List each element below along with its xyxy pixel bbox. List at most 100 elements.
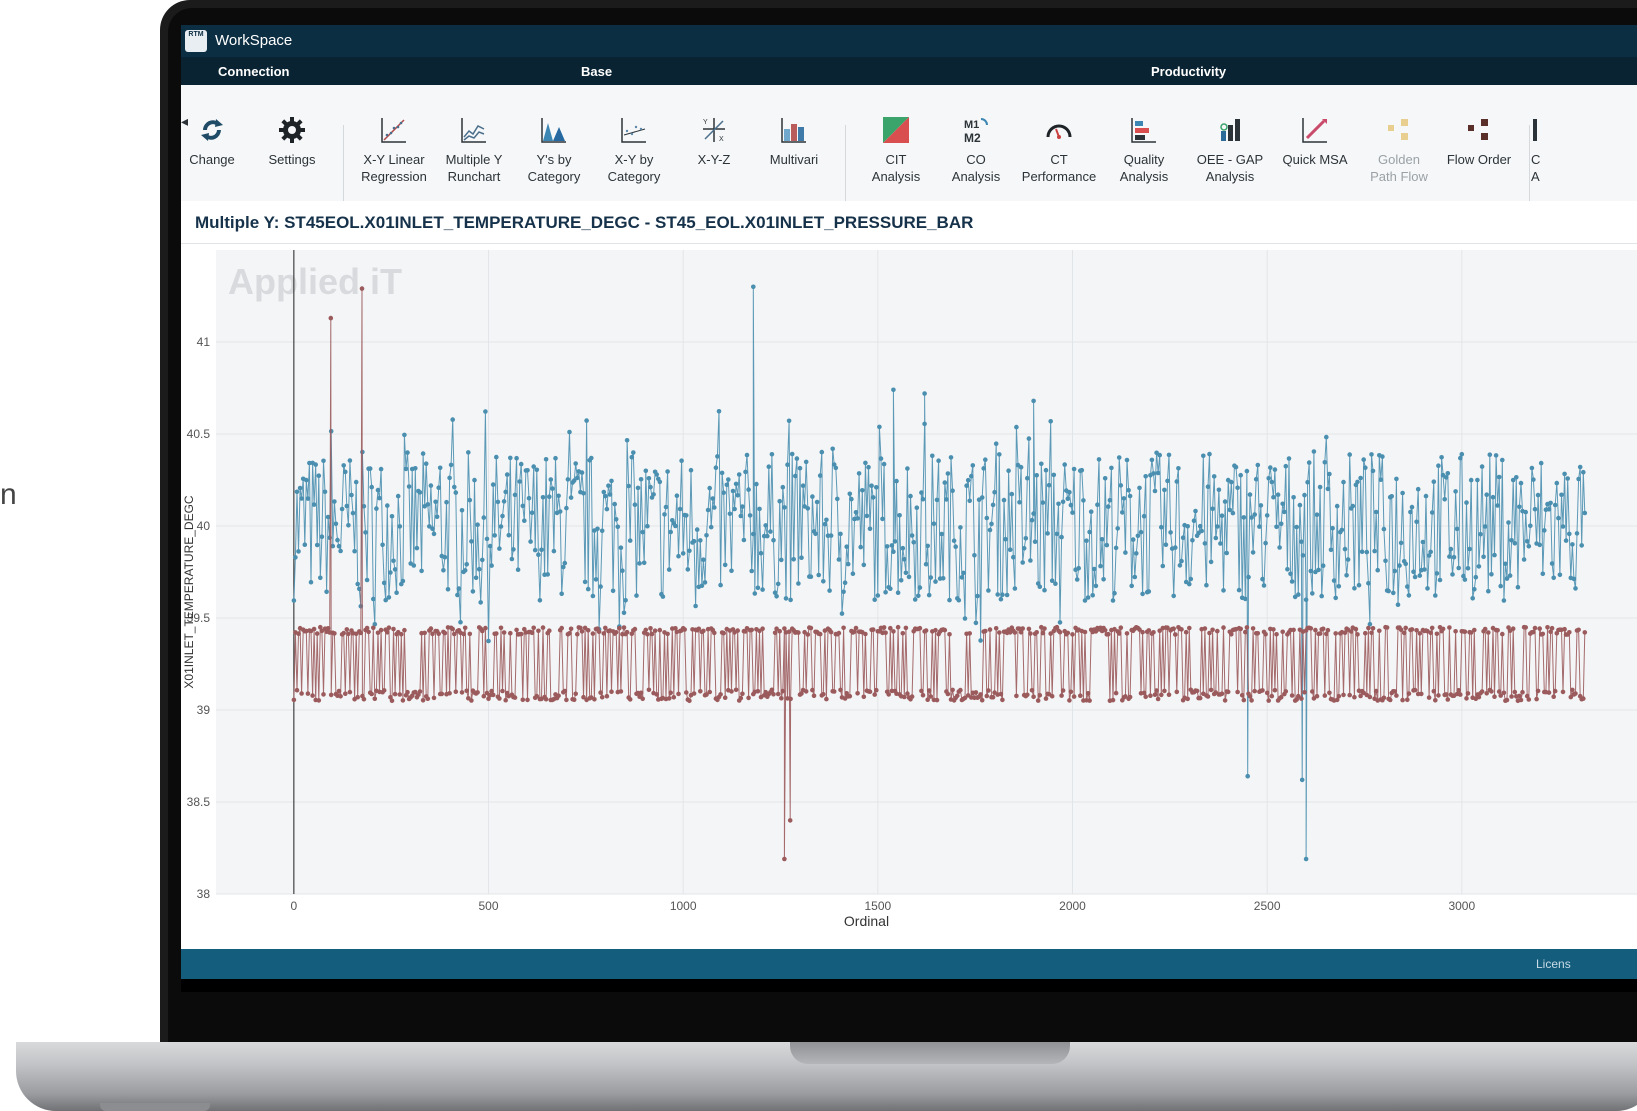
data-point (1546, 507, 1552, 512)
data-point (545, 572, 550, 577)
data-point (314, 542, 320, 548)
data-point (1562, 626, 1567, 632)
data-point (1269, 693, 1275, 699)
flow-order-button[interactable]: Flow Order (1438, 115, 1520, 168)
partial-tool-button[interactable]: C A (1531, 115, 1571, 185)
data-point (1146, 589, 1152, 594)
data-point (314, 631, 320, 636)
data-point (515, 567, 521, 572)
co-analysis-button[interactable]: M1 M2 CO Analysis (935, 115, 1017, 185)
data-point (1486, 630, 1491, 635)
data-point (1534, 696, 1539, 702)
data-point (1215, 628, 1220, 634)
data-point (1489, 689, 1494, 694)
data-point (934, 497, 940, 503)
data-point (529, 630, 535, 636)
data-point (1124, 631, 1130, 636)
data-point (599, 528, 605, 534)
quality-analysis-button[interactable]: Quality Analysis (1103, 115, 1185, 185)
data-point (381, 580, 387, 586)
data-point (346, 631, 351, 637)
data-point (810, 494, 815, 499)
data-point (1291, 495, 1296, 500)
data-point (466, 450, 471, 455)
data-point (740, 691, 745, 697)
data-point (774, 594, 779, 599)
data-point (1395, 602, 1401, 607)
xyz-button[interactable]: Y X X-Y-Z (673, 115, 755, 168)
data-point (475, 690, 480, 695)
data-point (1222, 698, 1228, 703)
data-point (539, 547, 544, 553)
data-point (1310, 591, 1315, 596)
data-point (1020, 626, 1025, 631)
y-axis-label: X01INLET_TEMPERATURE_DEGC (182, 495, 196, 688)
ys-by-category-button[interactable]: Y's by Category (513, 115, 595, 185)
data-point (1266, 698, 1271, 703)
multiple-y-runchart-button[interactable]: Multiple Y Runchart (433, 115, 515, 185)
data-point (1233, 464, 1239, 470)
data-point (772, 630, 778, 636)
runchart-plot[interactable]: 0 500 1000 1500 2000 2500 30003838.53939.54040… (181, 244, 1637, 949)
data-point (436, 631, 441, 636)
ct-performance-button[interactable]: CT Performance (1018, 115, 1100, 185)
data-point (514, 455, 519, 461)
data-point (1291, 627, 1296, 633)
quick-msa-button[interactable]: Quick MSA (1274, 115, 1356, 168)
data-point (983, 457, 988, 462)
data-point (928, 694, 934, 699)
data-point (483, 409, 488, 414)
data-point (922, 421, 927, 427)
data-point (1221, 588, 1226, 593)
data-point (1325, 627, 1331, 633)
data-point (470, 589, 476, 594)
data-point (1520, 689, 1525, 695)
data-point (962, 616, 968, 621)
data-point (1443, 475, 1449, 480)
data-point (1334, 503, 1340, 509)
xy-by-category-button[interactable]: X-Y by Category (593, 115, 675, 185)
data-point (1034, 473, 1039, 478)
data-point (1053, 581, 1058, 586)
data-point (763, 523, 768, 528)
data-point (1420, 539, 1426, 545)
data-point (1417, 573, 1423, 578)
data-point (543, 457, 549, 462)
change-button[interactable]: Change (181, 115, 253, 168)
data-point (1347, 692, 1352, 698)
data-point (1369, 452, 1374, 457)
data-point (405, 689, 410, 695)
data-point (888, 586, 893, 591)
golden-path-flow-button[interactable]: Golden Path Flow (1358, 115, 1440, 185)
settings-button[interactable]: Settings (251, 115, 333, 168)
data-point (897, 513, 902, 518)
data-point (1363, 465, 1368, 470)
data-point (1384, 625, 1390, 630)
data-point (512, 492, 518, 498)
data-point (1356, 582, 1362, 588)
multivari-button[interactable]: Multivari (753, 115, 835, 168)
data-point (671, 695, 677, 700)
data-point (1191, 518, 1197, 523)
data-point (1039, 461, 1044, 467)
data-point (1445, 697, 1451, 702)
svg-text:M2: M2 (964, 131, 981, 145)
data-point (1314, 512, 1320, 517)
data-point (473, 575, 479, 581)
data-point (1394, 693, 1399, 698)
data-point (850, 571, 856, 576)
data-point (550, 486, 555, 491)
data-point (375, 487, 381, 493)
xy-linear-regression-button[interactable]: X-Y Linear Regression (353, 115, 435, 185)
oee-gap-analysis-button[interactable]: OEE - GAP Analysis (1189, 115, 1271, 185)
data-point (522, 518, 527, 523)
cit-analysis-button[interactable]: CIT Analysis (855, 115, 937, 185)
data-point (1406, 691, 1412, 696)
data-point (400, 578, 406, 584)
data-point (961, 570, 966, 576)
data-point (894, 478, 899, 484)
data-point (775, 691, 781, 697)
data-point (1506, 520, 1511, 525)
data-point (830, 446, 835, 452)
data-point (1403, 561, 1408, 567)
